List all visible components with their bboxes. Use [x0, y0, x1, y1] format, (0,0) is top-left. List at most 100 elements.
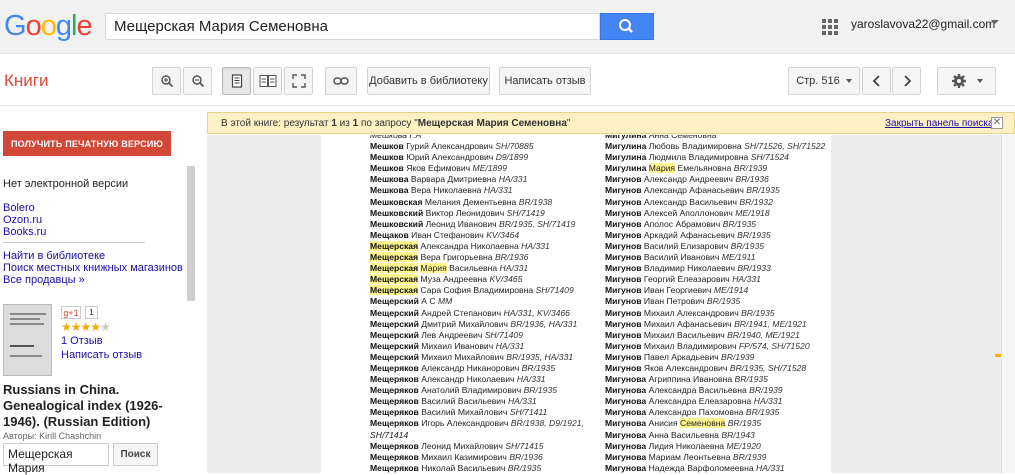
single-page-icon — [231, 74, 242, 88]
index-entry: Мещерская Сара София Владимировна SH/714… — [370, 285, 574, 296]
index-entry: Мигунов Алексей Аполлонович ME/1918 — [605, 207, 770, 218]
index-entry: Мигунов Михаил Афанасьевич BR/1941, ME/1… — [605, 318, 807, 329]
book-title: Russians in China. Genealogical index (1… — [3, 382, 163, 429]
index-entry: Мигулина Людмила Владимировна SH/71524 — [605, 152, 789, 163]
index-entry: Мещерский Михаил Иванович HA/331 — [370, 340, 525, 351]
index-entry: Мигунов Василий Елизарович BR/1935 — [605, 240, 765, 251]
index-entry: Мигунова Мариам Леонтьевна BR/1939 — [605, 451, 767, 462]
logo-letter: o — [25, 10, 42, 42]
index-entry: Мещерский Михаил Михайлович BR/1935, HA/… — [370, 351, 574, 362]
google-logo[interactable]: Google — [4, 9, 93, 43]
write-review-link[interactable]: Написать отзыв — [61, 349, 142, 361]
logo-letter: g — [55, 10, 72, 42]
index-entry: SH/71414 — [370, 429, 409, 440]
zoom-out-button[interactable] — [183, 67, 212, 95]
google-plus-button[interactable]: g+1 — [61, 306, 81, 319]
index-entry: Мещеряков Александр Николаевич HA/331 — [370, 374, 546, 385]
next-page-button[interactable] — [892, 67, 921, 95]
reviews-link[interactable]: 1 Отзыв — [61, 335, 103, 347]
top-bar: Google Мещерская Мария Семеновна yarosla… — [0, 0, 1015, 54]
index-entry: Мигунов Александр Афанасьевич BR/1935 — [605, 185, 780, 196]
page-right-column: Мигулина Анна Семеновна Мигулина Любовь … — [605, 135, 831, 473]
index-entry: Мешков Яков Ефимович ME/1899 — [370, 163, 507, 174]
fullscreen-icon — [291, 74, 306, 88]
zoom-in-icon — [160, 75, 173, 88]
link-button[interactable] — [325, 67, 357, 95]
seller-link-books[interactable]: Books.ru — [3, 226, 46, 238]
index-entry: Мещеряков Александр Никанорович BR/1935 — [370, 362, 556, 373]
index-entry: Мещаков Иван Стефанович KV/3464 — [370, 229, 520, 240]
page-label: Стр. 516 — [796, 75, 840, 87]
index-entry: Мигунова Александра Пахомовна BR/1935 — [605, 407, 780, 418]
index-entry: Мигунова Александра Васильевна BR/1939 — [605, 385, 783, 396]
two-page-icon — [259, 75, 276, 87]
account-email[interactable]: yaroslavova22@gmail.com — [851, 17, 995, 31]
apps-grid-icon[interactable] — [822, 19, 838, 35]
find-in-library-link[interactable]: Найти в библиотеке — [3, 250, 105, 262]
search-button[interactable] — [600, 13, 654, 40]
page-left-column: Мешкова Г.А Мешков Гурий Александрович SH… — [370, 135, 620, 473]
star-icon: ★ — [61, 320, 72, 334]
book-cover[interactable] — [3, 304, 52, 376]
in-book-search-button[interactable]: Поиск — [113, 443, 158, 466]
chevron-down-icon — [976, 79, 983, 83]
index-entry: Мещерский Дмитрий Михайлович BR/1936, HA… — [370, 318, 578, 329]
sidebar-divider — [3, 242, 145, 243]
rating-stars: ★★★★★ — [61, 320, 111, 334]
index-entry: Мигунов Александр Андреевич BR/1936 — [605, 174, 769, 185]
two-page-view-button[interactable] — [253, 67, 282, 95]
index-entry: Мигунова Александра Елеазаровна HA/331 — [605, 396, 783, 407]
index-entry: Мигулина Любовь Владимировна SH/71526, S… — [605, 141, 826, 152]
index-entry: Мещеряков Михаил Казимирович BR/1936 — [370, 451, 543, 462]
index-entry: Мещерская Александра Николаевна HA/331 — [370, 240, 550, 251]
get-print-copy-button[interactable]: ПОЛУЧИТЬ ПЕЧАТНУЮ ВЕРСИЮ — [3, 131, 171, 156]
index-entry: Мигунов Павел Аркадьевич BR/1939 — [605, 351, 755, 362]
single-page-view-button[interactable] — [222, 67, 251, 95]
book-page[interactable]: Мешкова Г.А Мешков Гурий Александрович SH… — [321, 135, 831, 473]
index-entry: Мигунов Аполос Абрамович BR/1935 — [605, 218, 757, 229]
account-caret-icon[interactable] — [991, 20, 999, 24]
star-icon: ★ — [90, 320, 101, 334]
find-local-stores-link[interactable]: Поиск местных книжных магазинов — [3, 262, 183, 274]
write-review-button[interactable]: Написать отзыв — [499, 67, 591, 95]
index-entry: Мещерская Мария Васильевна HA/331 — [370, 263, 529, 274]
index-entry: Мещеряков Василий Михайлович SH/71411 — [370, 407, 548, 418]
seller-link-bolero[interactable]: Bolero — [3, 202, 35, 214]
sidebar-scrollbar[interactable] — [187, 166, 195, 301]
chevron-left-icon — [872, 75, 880, 87]
index-entry: Мещеряков Василий Васильевич HA/331 — [370, 396, 537, 407]
index-entry: Мигунова Лидия Николаевна ME/1920 — [605, 440, 761, 451]
notice-text: В этой книге: результат 1 из 1 по запрос… — [221, 118, 571, 129]
page-selector[interactable]: Стр. 516 — [788, 67, 860, 95]
index-entry: Мещерский Андрей Степанович HA/331, KV/3… — [370, 307, 570, 318]
in-book-search-input[interactable]: Мещерская Мария — [3, 443, 109, 475]
close-icon[interactable]: ✕ — [991, 117, 1003, 129]
index-entry: Мигунов Иван Георгиевич ME/1914 — [605, 285, 749, 296]
search-input[interactable]: Мещерская Мария Семеновна — [105, 13, 600, 40]
seller-link-ozon[interactable]: Ozon.ru — [3, 214, 42, 226]
fullscreen-button[interactable] — [284, 67, 313, 95]
logo-letter: G — [4, 10, 27, 42]
all-sellers-link[interactable]: Все продавцы » — [3, 274, 85, 286]
add-to-library-button[interactable]: Добавить в библиотеку — [367, 67, 490, 95]
index-entry: Мешков Юрий Александрович D9/1899 — [370, 152, 529, 163]
settings-button[interactable] — [937, 67, 996, 95]
zoom-in-button[interactable] — [152, 67, 181, 95]
index-entry: Мигулина Мария Емельяновна BR/1939 — [605, 163, 768, 174]
index-entry: Мигунов Иван Петрович BR/1935 — [605, 296, 741, 307]
index-entry: Мигунов Аркадий Афанасьевич BR/1935 — [605, 229, 771, 240]
google-plus-count: 1 — [85, 306, 98, 319]
zoom-out-icon — [191, 75, 204, 88]
previous-page-button[interactable] — [862, 67, 891, 95]
search-result-notice: В этой книге: результат 1 из 1 по запрос… — [207, 112, 1015, 134]
index-entry: Мещеряков Леонид Михайлович SH/71415 — [370, 440, 544, 451]
index-entry: Мещерский А С MM — [370, 296, 453, 307]
index-entry: Мещеряков Николай Васильевич BR/1935 — [370, 462, 542, 473]
no-ebook-label: Нет электронной версии — [3, 178, 129, 190]
close-search-panel-link[interactable]: Закрыть панель поиска — [885, 118, 994, 129]
section-title[interactable]: Книги — [4, 71, 48, 91]
star-icon: ★ — [80, 320, 92, 334]
index-entry: Мещерская Муза Андреевна KV/3465 — [370, 274, 523, 285]
index-entry: Мешковский Леонид Иванович BR/1935, SH/7… — [370, 218, 576, 229]
viewer-scrollbar[interactable] — [1001, 135, 1015, 473]
